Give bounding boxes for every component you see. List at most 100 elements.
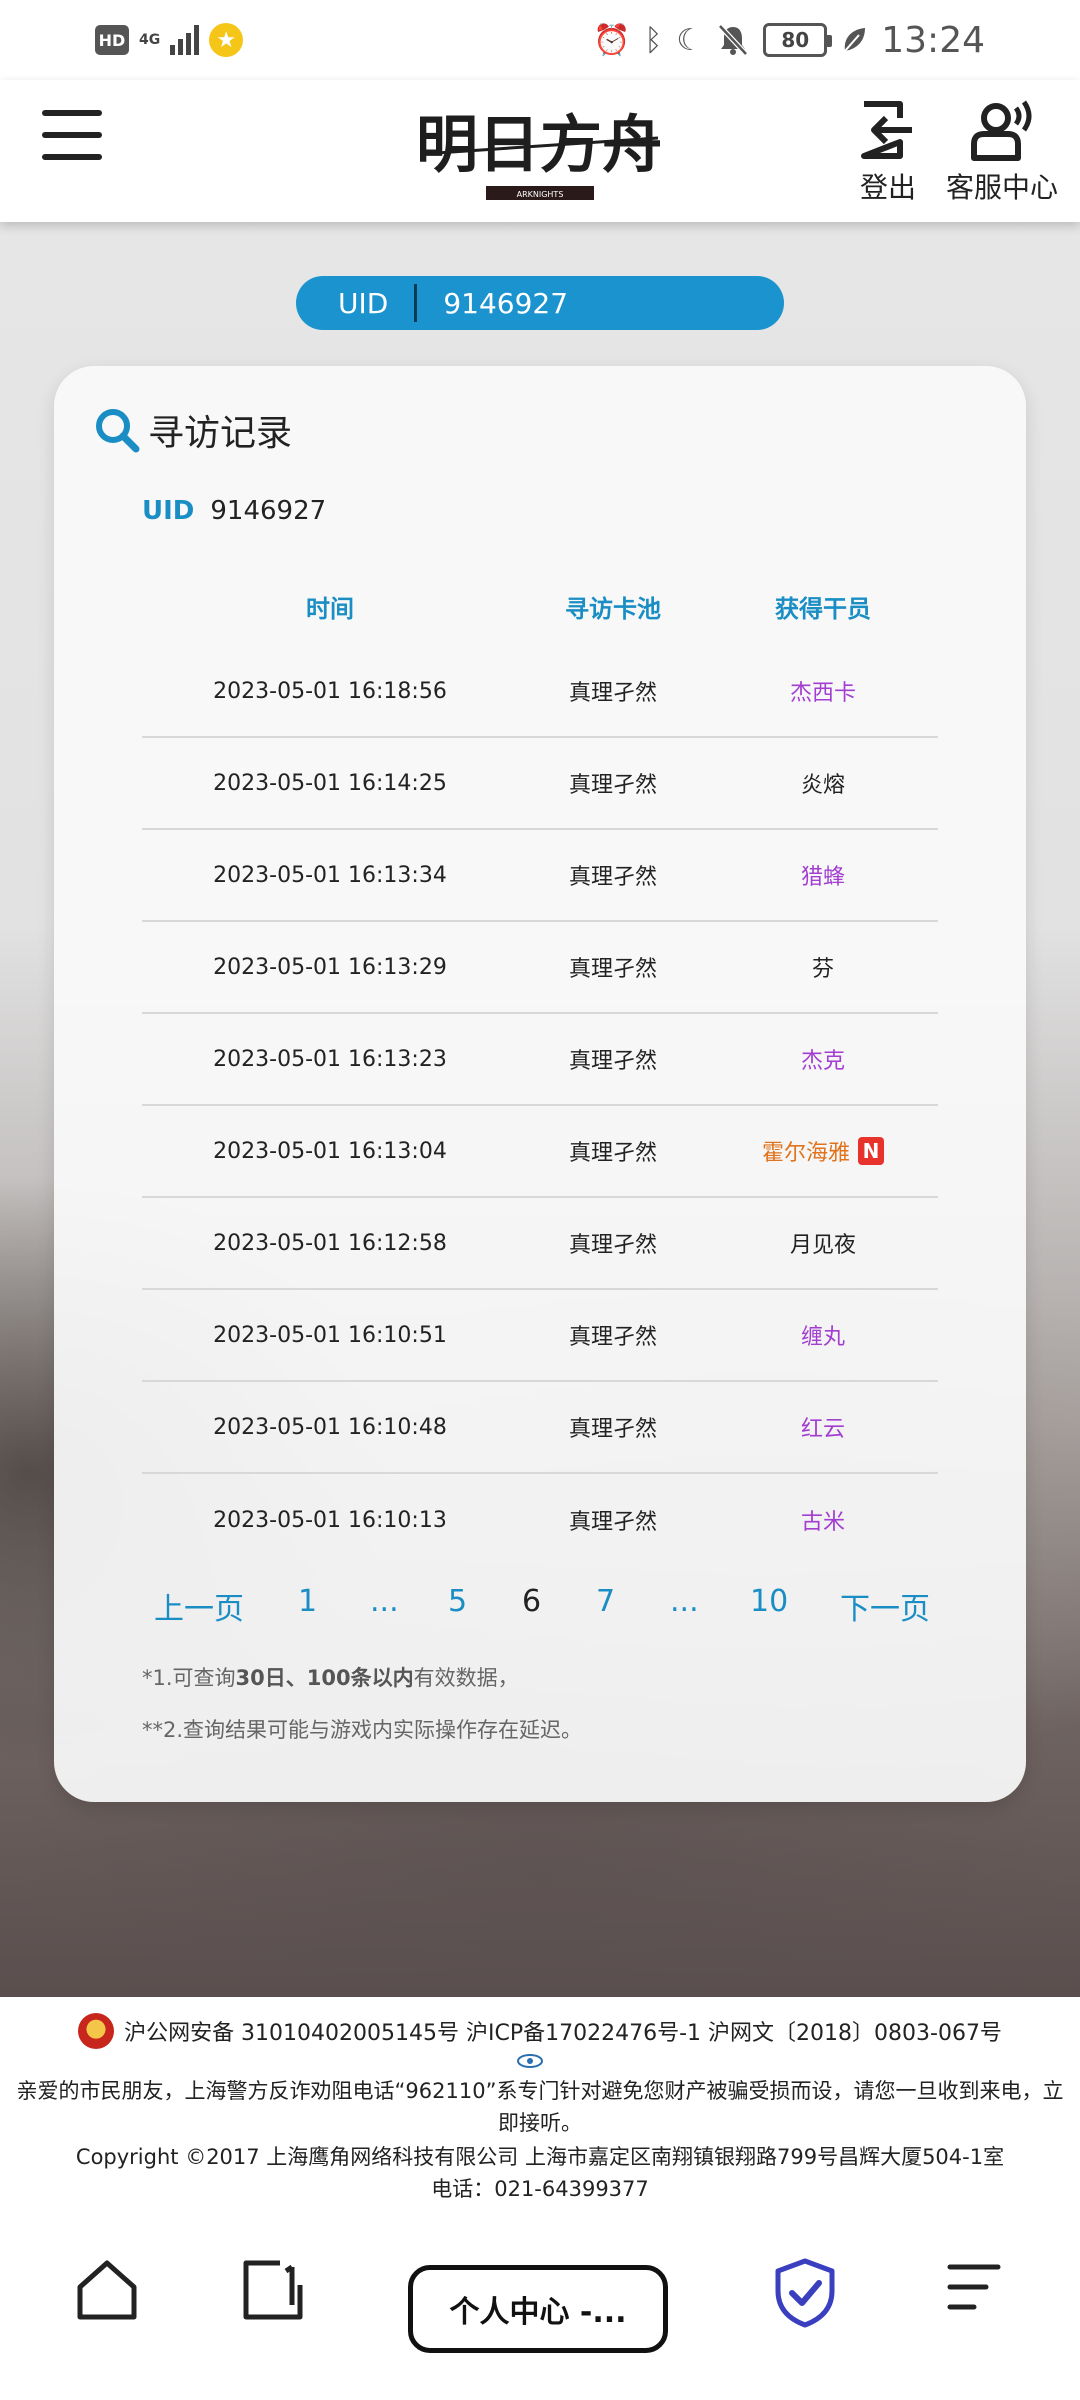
- operator-name: 缠丸: [800, 1325, 845, 1350]
- svg-text:明日方舟: 明日方舟: [420, 108, 660, 181]
- cell-operator: 红云: [708, 1411, 938, 1443]
- app-header: 明日方舟 ARKNIGHTS 登出 客服中心: [0, 80, 1080, 222]
- anti-fraud-notice: 亲爱的市民朋友，上海警方反诈劝阻电话“962110”系专门针对避免您财产被骗受损…: [16, 2079, 1064, 2135]
- search-icon: [96, 409, 140, 453]
- service-icon: [971, 100, 1032, 161]
- operator-name-group: 红云: [801, 1411, 845, 1443]
- alarm-icon: ⏰: [592, 22, 631, 58]
- operator-name-group: 缠丸: [801, 1319, 845, 1351]
- cell-operator: 芬: [708, 951, 938, 983]
- cell-operator: 猎蜂: [708, 859, 938, 891]
- uid-pill: UID 9146927: [296, 276, 784, 330]
- cell-time: 2023-05-01 16:13:29: [213, 954, 447, 980]
- operator-name-group: 霍尔海雅 N: [762, 1135, 884, 1167]
- operator-name-group: 芬: [812, 951, 834, 983]
- bell-off-icon: [718, 24, 749, 56]
- new-badge: N: [858, 1137, 884, 1165]
- status-right: ⏰ ᛒ ☾ 80 13:24: [593, 16, 985, 64]
- operator-name-group: 炎熔: [801, 767, 845, 799]
- column-header-time: 时间: [306, 594, 354, 623]
- signal-icon: [170, 25, 200, 55]
- page-ellipsis-right[interactable]: ...: [670, 1584, 699, 1619]
- page-current-6: 6: [522, 1584, 542, 1619]
- logout-label: 登出: [859, 171, 916, 204]
- note-1-suffix: 有效数据，: [413, 1666, 519, 1690]
- table-header: 时间 寻访卡池 获得干员: [142, 566, 938, 646]
- police-badge-icon: [78, 2013, 115, 2049]
- uid-key: UID: [142, 496, 195, 526]
- card-title-text: 寻访记录: [148, 413, 293, 454]
- cell-time: 2023-05-01 16:13:04: [213, 1138, 447, 1164]
- registration-text[interactable]: 沪公网安备 31010402005145号 沪ICP备17022476号-1 沪…: [124, 2015, 1002, 2047]
- uid-pill-key: UID: [338, 286, 389, 320]
- customer-service-button[interactable]: 客服中心: [946, 98, 1058, 206]
- page-link-10[interactable]: 10: [750, 1584, 788, 1619]
- cell-pool: 真理孑然: [568, 865, 657, 890]
- operator-name-group: 杰西卡: [790, 675, 856, 707]
- operator-name-group: 月见夜: [790, 1227, 856, 1259]
- column-header-operator: 获得干员: [775, 594, 871, 623]
- cell-pool: 真理孑然: [568, 773, 657, 798]
- page-title-tab[interactable]: 个人中心 -...: [408, 2265, 668, 2353]
- cell-time: 2023-05-01 16:12:58: [213, 1230, 447, 1256]
- card-title: 寻访记录: [92, 404, 292, 456]
- operator-name: 杰克: [800, 1049, 845, 1074]
- site-footer: 沪公网安备 31010402005145号 沪ICP备17022476号-1 沪…: [0, 1997, 1080, 2207]
- copyright-text: Copyright ©2017 上海鹰角网络科技有限公司 上海市嘉定区南翔镇银翔…: [75, 2145, 1005, 2169]
- table-row: 2023-05-01 16:13:29 真理孑然 芬: [142, 922, 938, 1014]
- uid-line: UID 9146927: [142, 496, 326, 526]
- cell-time: 2023-05-01 16:10:48: [213, 1414, 447, 1440]
- cell-pool: 真理孑然: [568, 1510, 657, 1535]
- cell-operator: 缠丸: [708, 1319, 938, 1351]
- table-row: 2023-05-01 16:10:51 真理孑然 缠丸: [142, 1290, 938, 1382]
- svg-text:ARKNIGHTS: ARKNIGHTS: [517, 190, 564, 199]
- table-row: 2023-05-01 16:14:25 真理孑然 炎熔: [142, 738, 938, 830]
- browser-menu-icon[interactable]: [944, 2257, 1004, 2317]
- network-type: 4G: [139, 32, 161, 48]
- cell-pool: 真理孑然: [568, 1233, 657, 1258]
- operator-name: 月见夜: [789, 1233, 856, 1258]
- table-row: 2023-05-01 16:13:23 真理孑然 杰克: [142, 1014, 938, 1106]
- service-label: 客服中心: [946, 171, 1059, 204]
- cell-time: 2023-05-01 16:14:25: [213, 770, 447, 796]
- cell-time: 2023-05-01 16:18:56: [213, 678, 447, 704]
- logout-icon: [861, 101, 912, 159]
- note-1-emphasis: 30日、100条以内: [235, 1666, 414, 1690]
- pagination: 上一页 1 ... 5 6 7 ... 10 下一页: [54, 1584, 1026, 1634]
- bluetooth-icon: ᛒ: [644, 22, 663, 58]
- browser-toolbar: 个人中心 -...: [0, 2207, 1080, 2400]
- leaf-icon: [844, 28, 866, 52]
- moon-icon: ☾: [676, 22, 704, 58]
- operator-name-group: 杰克: [801, 1043, 845, 1075]
- battery-indicator: 80: [763, 23, 833, 57]
- page-ellipsis-left[interactable]: ...: [370, 1584, 399, 1619]
- gacha-record-card: 寻访记录 UID 9146927 时间 寻访卡池 获得干员 2023-05-01…: [54, 366, 1026, 1802]
- home-icon[interactable]: [74, 2257, 140, 2323]
- tabs-icon[interactable]: [240, 2257, 306, 2323]
- shield-check-icon[interactable]: [772, 2257, 838, 2329]
- next-page-link[interactable]: 下一页: [840, 1584, 930, 1628]
- cell-pool: 真理孑然: [568, 1141, 657, 1166]
- gov-badge-icon: [517, 2054, 543, 2068]
- page-link-1[interactable]: 1: [298, 1584, 317, 1619]
- status-bar: HD 4G ★ ⏰ ᛒ ☾ 80 13:24: [0, 0, 1080, 80]
- cell-pool: 真理孑然: [568, 1325, 657, 1350]
- operator-name: 红云: [800, 1417, 845, 1442]
- page-link-5[interactable]: 5: [448, 1584, 467, 1619]
- logout-button[interactable]: 登出: [858, 98, 918, 206]
- menu-icon[interactable]: [42, 110, 102, 160]
- cell-operator: 炎熔: [708, 767, 938, 799]
- operator-name-group: 古米: [801, 1504, 845, 1536]
- table-row: 2023-05-01 16:13:34 真理孑然 猎蜂: [142, 830, 938, 922]
- cell-operator: 杰克: [708, 1043, 938, 1075]
- prev-page-link[interactable]: 上一页: [154, 1584, 244, 1628]
- cell-operator: 古米: [708, 1504, 938, 1536]
- cell-operator: 月见夜: [708, 1227, 938, 1259]
- cell-time: 2023-05-01 16:13:34: [213, 862, 447, 888]
- cell-pool: 真理孑然: [568, 681, 657, 706]
- arknights-logo[interactable]: 明日方舟 ARKNIGHTS: [420, 94, 660, 206]
- operator-name: 杰西卡: [789, 681, 856, 706]
- clock: 13:24: [881, 19, 985, 61]
- operator-name: 芬: [811, 957, 834, 982]
- page-link-7[interactable]: 7: [596, 1584, 615, 1619]
